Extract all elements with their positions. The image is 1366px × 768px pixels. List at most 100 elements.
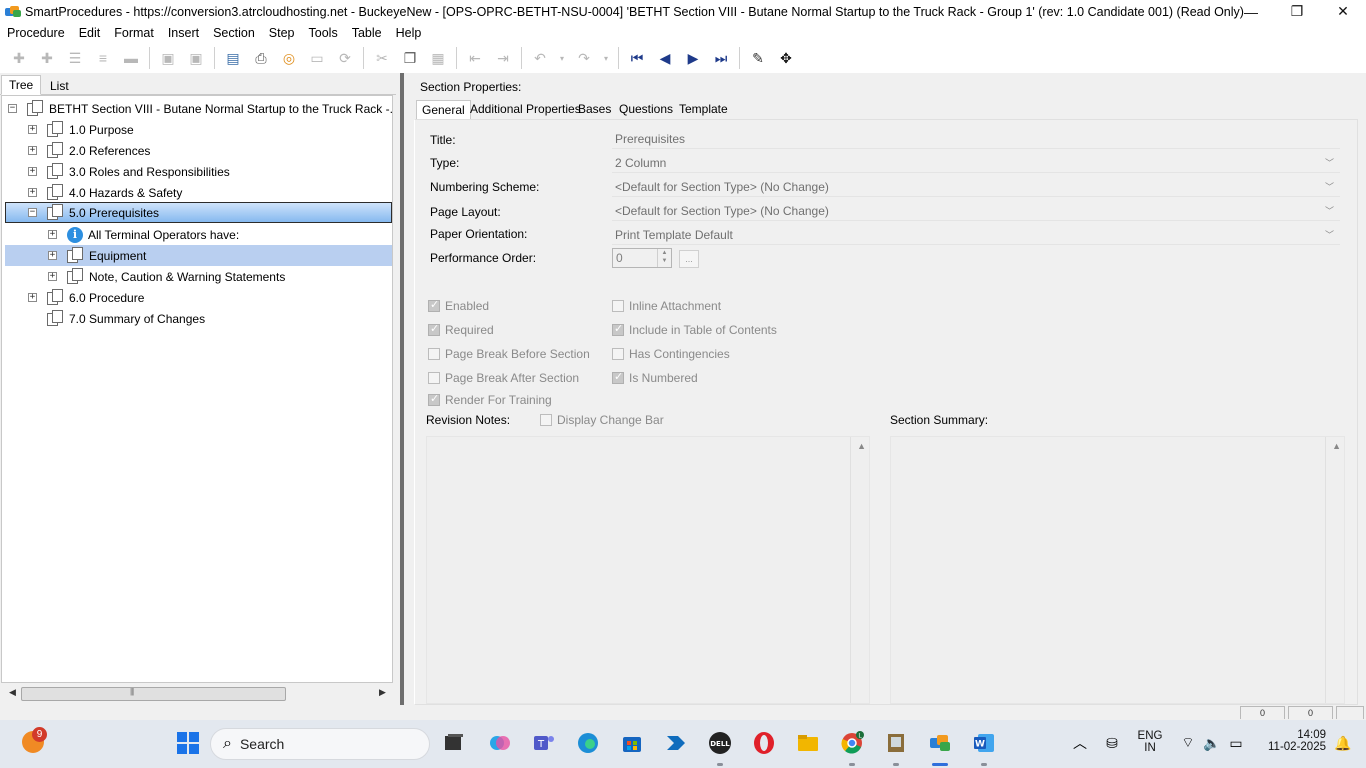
store-icon[interactable] <box>619 730 645 756</box>
start-icon[interactable] <box>175 730 201 756</box>
display-change-bar-checkbox[interactable]: Display Change Bar <box>540 413 664 427</box>
scroll-left-icon[interactable]: ◀ <box>9 687 16 698</box>
numbering-scheme-select[interactable]: <Default for Section Type> (No Change) ﹀ <box>612 177 1340 197</box>
menu-section[interactable]: Section <box>206 23 262 43</box>
add-section-icon[interactable]: ✚ <box>9 48 29 68</box>
section-summary-textarea[interactable]: ▲ <box>890 436 1345 704</box>
task-view-icon[interactable] <box>441 730 467 756</box>
export-icon[interactable]: ▤ <box>223 48 243 68</box>
tree-root[interactable]: − BETHT Section VIII - Butane Normal Sta… <box>8 98 392 119</box>
teams-icon[interactable]: T <box>531 730 557 756</box>
tree-item-equipment[interactable]: + Equipment <box>5 245 392 266</box>
redo-icon[interactable]: ↷ <box>574 48 594 68</box>
tree-item-procedure[interactable]: + 6.0 Procedure <box>28 287 144 308</box>
enabled-checkbox[interactable]: Enabled <box>428 298 489 313</box>
spinner-arrows-icon[interactable]: ▲ ▼ <box>657 249 671 267</box>
wifi-icon[interactable]: ⌔ <box>1175 730 1201 756</box>
dell-icon[interactable]: DELL <box>707 730 733 756</box>
last-icon[interactable]: ⏭ <box>711 48 731 68</box>
collapse-icon[interactable]: − <box>28 208 37 217</box>
clock[interactable]: 14:09 11-02-2025 <box>1256 729 1326 753</box>
restore-button[interactable]: ❐ <box>1274 0 1320 23</box>
menu-edit[interactable]: Edit <box>72 23 108 43</box>
page-break-before-checkbox[interactable]: Page Break Before Section <box>428 347 590 361</box>
outdent-icon[interactable]: ⇤ <box>465 48 485 68</box>
tree-item-summary[interactable]: 7.0 Summary of Changes <box>47 308 205 329</box>
save-icon[interactable]: ▣ <box>158 48 178 68</box>
page-layout-select[interactable]: <Default for Section Type> (No Change) ﹀ <box>612 201 1340 221</box>
tab-general[interactable]: General <box>416 100 471 120</box>
expand-icon[interactable]: + <box>48 230 57 239</box>
expand-icon[interactable]: + <box>48 251 57 260</box>
tree-item-notes[interactable]: + Note, Caution & Warning Statements <box>48 266 285 287</box>
type-select[interactable]: 2 Column ﹀ <box>612 153 1340 173</box>
remote-app-icon[interactable] <box>883 730 909 756</box>
file-explorer-icon[interactable] <box>795 730 821 756</box>
menu-format[interactable]: Format <box>107 23 161 43</box>
copy-icon[interactable]: ❐ <box>400 48 420 68</box>
menu-insert[interactable]: Insert <box>161 23 206 43</box>
render-for-training-checkbox[interactable]: Render For Training <box>428 392 552 407</box>
tab-bases[interactable]: Bases <box>573 100 616 120</box>
expand-icon[interactable]: + <box>28 188 37 197</box>
refresh-icon[interactable]: ◎ <box>279 48 299 68</box>
close-button[interactable]: ✕ <box>1320 0 1366 23</box>
revision-notes-textarea[interactable]: ▲ <box>426 436 870 704</box>
panel-splitter[interactable] <box>400 73 404 705</box>
performance-order-browse-button[interactable]: ... <box>679 250 699 268</box>
battery-icon[interactable]: ▭ <box>1223 730 1249 756</box>
performance-order-spinner[interactable]: 0 ▲ ▼ <box>612 248 672 268</box>
add-subsection-icon[interactable]: ✚ <box>37 48 57 68</box>
menu-step[interactable]: Step <box>262 23 302 43</box>
save-all-icon[interactable]: ▣ <box>186 48 206 68</box>
first-icon[interactable]: ⏮ <box>627 48 647 68</box>
expand-icon[interactable]: + <box>28 167 37 176</box>
spell-check-icon[interactable]: ✎ <box>748 48 768 68</box>
remove-icon[interactable]: ▬ <box>121 48 141 68</box>
undo-icon[interactable]: ↶ <box>530 48 550 68</box>
power-automate-icon[interactable] <box>663 730 689 756</box>
undo-dropdown-icon[interactable]: ▾ <box>558 48 566 68</box>
inline-attachment-checkbox[interactable]: Inline Attachment <box>612 299 721 313</box>
cut-icon[interactable]: ✂ <box>372 48 392 68</box>
tab-list[interactable]: List <box>43 77 76 97</box>
move-icon[interactable]: ✥ <box>776 48 796 68</box>
tree-item-roles[interactable]: + 3.0 Roles and Responsibilities <box>28 161 230 182</box>
collapse-icon[interactable]: − <box>8 104 17 113</box>
expand-icon[interactable]: + <box>28 146 37 155</box>
tab-additional-properties[interactable]: Additional Properties <box>465 100 586 120</box>
word-icon[interactable]: W <box>971 730 997 756</box>
smartprocedures-taskbar-icon[interactable] <box>927 730 953 756</box>
previous-icon[interactable]: ◀ <box>655 48 675 68</box>
chevron-up-icon[interactable]: ︿ <box>1067 730 1093 756</box>
expand-icon[interactable]: + <box>48 272 57 281</box>
copilot-icon[interactable] <box>487 730 513 756</box>
tab-tree[interactable]: Tree <box>1 75 42 95</box>
redo-dropdown-icon[interactable]: ▾ <box>602 48 610 68</box>
chrome-icon[interactable]: L <box>839 730 865 756</box>
include-toc-checkbox[interactable]: Include in Table of Contents <box>612 322 777 337</box>
scroll-right-icon[interactable]: ▶ <box>379 687 386 698</box>
scroll-up-icon[interactable]: ▲ <box>1332 441 1341 451</box>
indent-icon[interactable]: ⇥ <box>493 48 513 68</box>
preview-icon[interactable]: ▭ <box>307 48 327 68</box>
next-icon[interactable]: ▶ <box>683 48 703 68</box>
tree-item-purpose[interactable]: + 1.0 Purpose <box>28 119 134 140</box>
print-icon[interactable]: ⎙ <box>251 48 271 68</box>
menu-tools[interactable]: Tools <box>302 23 345 43</box>
required-checkbox[interactable]: Required <box>428 322 494 337</box>
language-indicator[interactable]: ENG IN <box>1133 730 1167 754</box>
tree-horizontal-scrollbar[interactable]: ◀ ||| ▶ <box>1 685 393 703</box>
taskbar-search[interactable]: ⌕ Search <box>210 728 430 760</box>
edge-icon[interactable] <box>575 730 601 756</box>
sync-icon[interactable]: ⟳ <box>335 48 355 68</box>
scroll-thumb[interactable] <box>21 687 286 701</box>
tree-item-hazards[interactable]: + 4.0 Hazards & Safety <box>28 182 182 203</box>
network-drive-icon[interactable]: ⛁ <box>1099 730 1125 756</box>
scroll-up-icon[interactable]: ▲ <box>857 441 866 451</box>
minimize-button[interactable]: — <box>1228 0 1274 23</box>
opera-icon[interactable] <box>751 730 777 756</box>
menu-procedure[interactable]: Procedure <box>0 23 72 43</box>
menu-help[interactable]: Help <box>389 23 429 43</box>
paste-icon[interactable]: ▦ <box>428 48 448 68</box>
